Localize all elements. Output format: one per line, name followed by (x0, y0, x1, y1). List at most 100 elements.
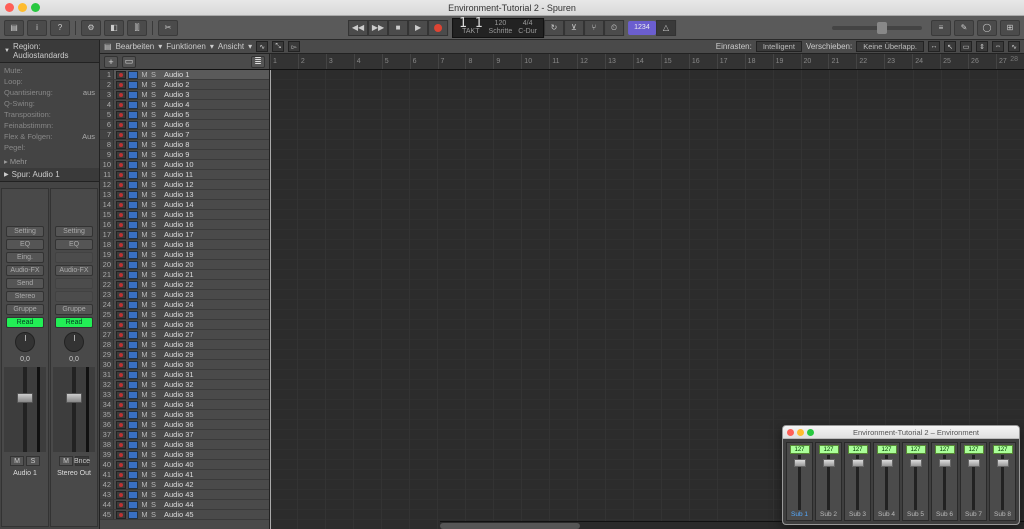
track-name[interactable]: Audio 29 (164, 350, 194, 359)
mute-button[interactable]: M (140, 400, 149, 409)
input-slot[interactable]: Eing. (6, 252, 44, 263)
track-header[interactable]: 39MSAudio 39 (100, 450, 269, 460)
track-name[interactable]: Audio 33 (164, 390, 194, 399)
track-name[interactable]: Audio 20 (164, 260, 194, 269)
input-monitor-button[interactable] (128, 121, 138, 129)
solo-button[interactable]: S (26, 456, 40, 466)
view-menu-icon[interactable]: ▤ (104, 42, 112, 51)
bounce-button[interactable]: Bnce (75, 456, 89, 466)
track-name[interactable]: Audio 24 (164, 300, 194, 309)
env-fader[interactable]: 127Sub 7 (960, 442, 987, 521)
solo-button[interactable]: S (149, 150, 158, 159)
input-monitor-button[interactable] (128, 451, 138, 459)
track-inspector-header[interactable]: ▶Spur: Audio 1 (0, 168, 99, 182)
inspector-row[interactable]: Flex & Folgen:Aus (4, 131, 95, 142)
input-monitor-button[interactable] (128, 141, 138, 149)
input-monitor-button[interactable] (128, 301, 138, 309)
solo-button[interactable]: S (149, 400, 158, 409)
track-header[interactable]: 11MSAudio 11 (100, 170, 269, 180)
track-header[interactable]: 10MSAudio 10 (100, 160, 269, 170)
input-monitor-button[interactable] (128, 351, 138, 359)
input-monitor-button[interactable] (128, 271, 138, 279)
snap-select[interactable]: Intelligent (756, 41, 802, 52)
track-header[interactable]: 42MSAudio 42 (100, 480, 269, 490)
track-header[interactable]: 41MSAudio 41 (100, 470, 269, 480)
solo-button[interactable]: S (149, 390, 158, 399)
track-name[interactable]: Audio 44 (164, 500, 194, 509)
volume-fader[interactable] (17, 393, 33, 403)
audiofx-slot[interactable]: Audio-FX (6, 265, 44, 276)
record-enable-button[interactable] (116, 501, 126, 509)
track-header[interactable]: 17MSAudio 17 (100, 230, 269, 240)
mute-button[interactable]: M (140, 510, 149, 519)
zoom-horiz-icon[interactable]: ⇔ (992, 41, 1004, 52)
setting-button[interactable]: Setting (6, 226, 44, 237)
record-enable-button[interactable] (116, 321, 126, 329)
record-enable-button[interactable] (116, 181, 126, 189)
input-monitor-button[interactable] (128, 401, 138, 409)
solo-button[interactable]: S (149, 200, 158, 209)
solo-button[interactable]: S (149, 270, 158, 279)
automation-mode[interactable]: Read (6, 317, 44, 328)
smart-controls-button[interactable]: ◧ (104, 20, 124, 36)
volume-fader[interactable] (66, 393, 82, 403)
mute-button[interactable]: M (140, 490, 149, 499)
close-icon[interactable] (787, 429, 794, 436)
record-enable-button[interactable] (116, 481, 126, 489)
solo-button[interactable]: S (149, 110, 158, 119)
solo-button[interactable]: S (149, 90, 158, 99)
input-monitor-button[interactable] (128, 231, 138, 239)
inspector-row[interactable]: Loop: (4, 76, 95, 87)
track-name[interactable]: Audio 35 (164, 410, 194, 419)
replace-button[interactable]: ⊻ (564, 20, 584, 36)
duplicate-track-button[interactable]: ▭ (122, 56, 136, 68)
track-header[interactable]: 36MSAudio 36 (100, 420, 269, 430)
solo-button[interactable]: S (149, 360, 158, 369)
solo-button[interactable]: S (149, 440, 158, 449)
functions-menu[interactable]: Funktionen (166, 42, 206, 51)
track-header[interactable]: 14MSAudio 14 (100, 200, 269, 210)
mute-button[interactable]: M (140, 470, 149, 479)
inspector-row[interactable]: Feinabstimmn: (4, 120, 95, 131)
track-name[interactable]: Audio 15 (164, 210, 194, 219)
mute-button[interactable]: M (140, 300, 149, 309)
solo-button[interactable]: S (149, 140, 158, 149)
forward-button[interactable]: ▶▶ (368, 20, 388, 36)
record-enable-button[interactable] (116, 201, 126, 209)
eq-slot[interactable]: EQ (55, 239, 93, 250)
record-button[interactable] (428, 20, 448, 36)
solo-button[interactable]: S (149, 450, 158, 459)
record-enable-button[interactable] (116, 331, 126, 339)
track-name[interactable]: Audio 40 (164, 460, 194, 469)
record-enable-button[interactable] (116, 111, 126, 119)
input-monitor-button[interactable] (128, 131, 138, 139)
solo-button[interactable]: S (149, 490, 158, 499)
track-header[interactable]: 33MSAudio 33 (100, 390, 269, 400)
track-header[interactable]: 38MSAudio 38 (100, 440, 269, 450)
zoom-vert-icon[interactable]: ⇕ (976, 41, 988, 52)
input-monitor-button[interactable] (128, 421, 138, 429)
solo-button[interactable]: S (149, 120, 158, 129)
input-monitor-button[interactable] (128, 291, 138, 299)
pan-knob[interactable] (15, 332, 35, 352)
track-header[interactable]: 4MSAudio 4 (100, 100, 269, 110)
solo-button[interactable]: S (149, 320, 158, 329)
track-name[interactable]: Audio 21 (164, 270, 194, 279)
rewind-button[interactable]: ◀◀ (348, 20, 368, 36)
record-enable-button[interactable] (116, 391, 126, 399)
tool-left-icon[interactable]: ↔ (928, 41, 940, 52)
track-header[interactable]: 44MSAudio 44 (100, 500, 269, 510)
loops-button[interactable]: ◯ (977, 20, 997, 36)
track-header[interactable]: 22MSAudio 22 (100, 280, 269, 290)
track-name[interactable]: Audio 31 (164, 370, 194, 379)
track-header[interactable]: 12MSAudio 12 (100, 180, 269, 190)
env-fader[interactable]: 127Sub 2 (815, 442, 842, 521)
mute-button[interactable]: M (140, 360, 149, 369)
stop-button[interactable]: ■ (388, 20, 408, 36)
track-header[interactable]: 8MSAudio 8 (100, 140, 269, 150)
track-name[interactable]: Audio 42 (164, 480, 194, 489)
metronome-button[interactable]: △ (656, 20, 676, 36)
master-volume-slider[interactable] (832, 26, 922, 30)
mute-button[interactable]: M (140, 370, 149, 379)
inspector-row[interactable]: Quantisierung:aus (4, 87, 95, 98)
